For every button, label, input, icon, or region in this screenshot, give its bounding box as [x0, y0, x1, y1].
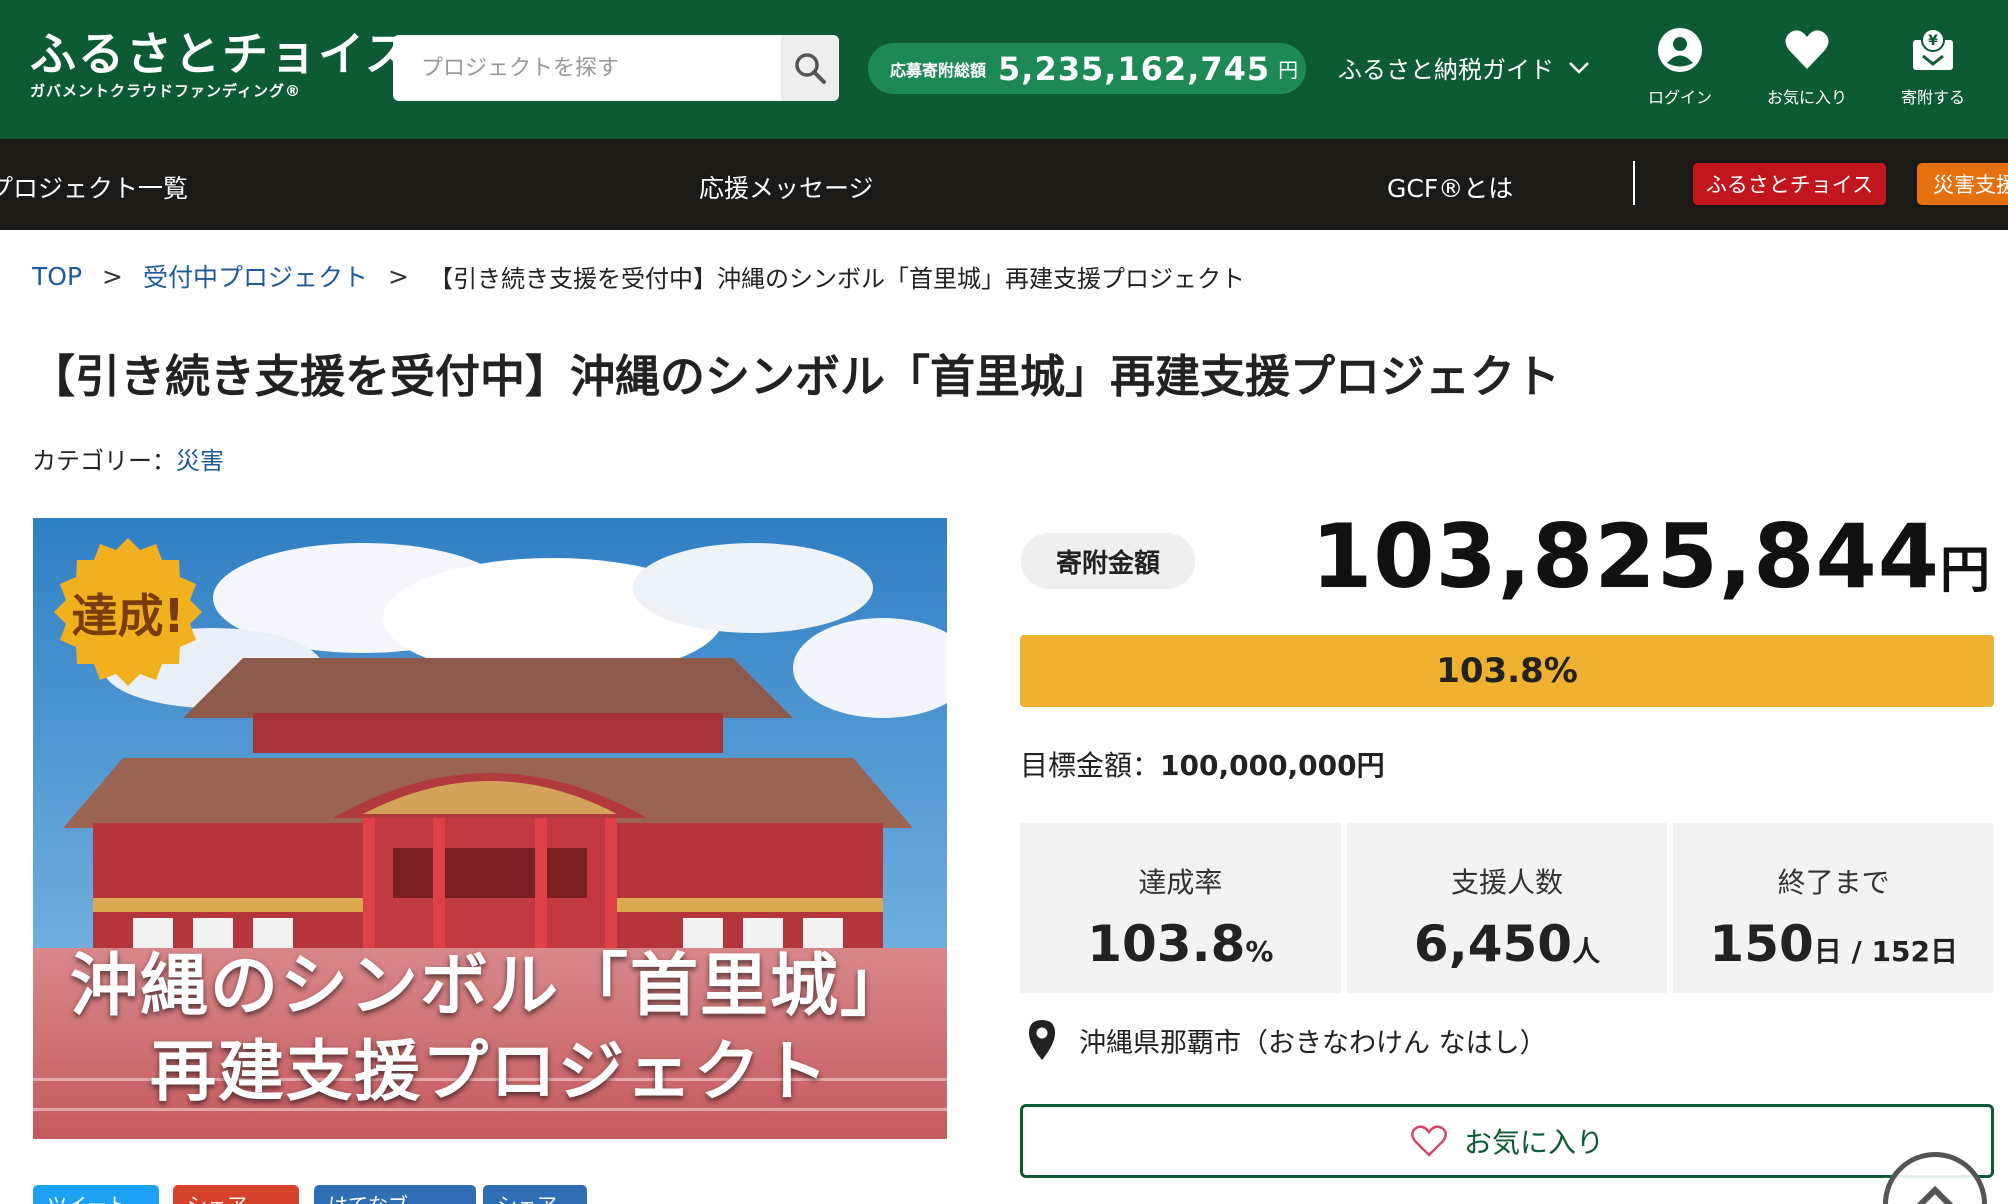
- donation-amount-unit: 円: [1940, 541, 1990, 599]
- stat-label: 支援人数: [1451, 866, 1564, 899]
- hero-caption-line1: 沖縄のシンボル「首里城」: [69, 947, 910, 1026]
- favorites-button[interactable]: お気に入り: [1752, 26, 1862, 108]
- stat-unit: %: [1245, 935, 1274, 968]
- guide-label: ふるさと納税ガイド: [1338, 56, 1554, 84]
- category-link[interactable]: 災害: [176, 447, 224, 475]
- stat-value: 150: [1709, 915, 1814, 973]
- goal-value: 100,000,000円: [1160, 749, 1385, 782]
- category-label: カテゴリー：: [32, 447, 176, 475]
- main-nav: プロジェクト一覧 応援メッセージ GCF®とは ふるさとチョイス 災害支援: [0, 139, 2008, 230]
- chevron-down-icon: [1569, 61, 1589, 74]
- stat-days-remaining: 終了まで 150日 / 152日: [1673, 823, 1995, 993]
- stat-value: 6,450: [1413, 915, 1573, 973]
- project-location: 沖縄県那覇市（おきなわけん なはし）: [1027, 1018, 1547, 1062]
- nav-item-about-gcf[interactable]: GCF®とは: [1387, 169, 1513, 205]
- favorites-label: お気に入り: [1766, 88, 1847, 107]
- breadcrumb-top-link[interactable]: TOP: [32, 262, 82, 291]
- total-donation-unit: 円: [1278, 58, 1299, 82]
- donation-amount-value: 103,825,844: [1311, 505, 1940, 608]
- nav-item-projects[interactable]: プロジェクト一覧: [0, 169, 188, 205]
- hero-caption-line2: 再建支援プロジェクト: [150, 1033, 830, 1110]
- total-donation-badge: 応募寄附総額 5,235,162,745 円: [868, 43, 1306, 94]
- donate-label: 寄附する: [1900, 88, 1965, 107]
- logo-main-text: ふるさとチョイス: [30, 27, 413, 81]
- donation-amount-label: 寄附金額: [1021, 533, 1195, 589]
- total-donation-value: 5,235,162,745: [998, 49, 1271, 88]
- stat-achievement-rate: 達成率 103.8%: [1020, 823, 1341, 993]
- map-pin-icon: [1029, 1020, 1055, 1060]
- nav-divider: [1633, 161, 1635, 205]
- login-button[interactable]: ログイン: [1625, 26, 1735, 108]
- disaster-support-link[interactable]: 災害支援: [1917, 163, 2008, 205]
- donate-button[interactable]: ¥ 寄附する: [1878, 26, 1988, 108]
- achieved-badge-text: 達成!: [71, 589, 185, 643]
- furusato-guide-menu[interactable]: ふるさと納税ガイド: [1338, 50, 1590, 85]
- breadcrumb-separator: >: [388, 261, 409, 291]
- login-label: ログイン: [1647, 88, 1712, 107]
- category-line: カテゴリー：災害: [32, 441, 224, 476]
- svg-text:¥: ¥: [1928, 33, 1938, 49]
- breadcrumb-separator: >: [102, 261, 123, 291]
- donate-icon: ¥: [1913, 28, 1953, 70]
- add-favorite-button[interactable]: お気に入り: [1020, 1104, 1994, 1178]
- stat-value: 103.8: [1087, 915, 1246, 973]
- share-button-blue[interactable]: シェア: [483, 1185, 587, 1204]
- stat-unit: 日 / 152日: [1813, 935, 1958, 968]
- scroll-to-top-button[interactable]: [1883, 1152, 1987, 1204]
- location-text: 沖縄県那覇市（おきなわけん なはし）: [1079, 1027, 1547, 1059]
- tweet-button[interactable]: ツイート: [33, 1185, 159, 1204]
- funding-progress-bar: 103.8%: [1020, 635, 1994, 707]
- page-title: 【引き続き支援を受付中】沖縄のシンボル「首里城」再建支援プロジェクト: [30, 350, 1561, 403]
- breadcrumb-current: 【引き続き支援を受付中】沖縄のシンボル「首里城」再建支援プロジェクト: [428, 264, 1245, 293]
- stat-label: 達成率: [1138, 866, 1223, 899]
- heart-outline-icon: [1410, 1125, 1447, 1157]
- goal-amount: 目標金額：100,000,000円: [1020, 744, 1385, 784]
- logo-sub-text: ガバメントクラウドファンディング®: [30, 82, 301, 100]
- hatena-bookmark-button[interactable]: はてなブ: [314, 1185, 476, 1204]
- site-header: ふるさとチョイス ガバメントクラウドファンディング® 応募寄附総額 5,235,…: [0, 0, 2008, 139]
- stat-unit: 人: [1572, 935, 1601, 968]
- progress-text: 103.8%: [1436, 651, 1578, 691]
- chevron-up-icon: [1916, 1185, 1954, 1204]
- favorite-label: お気に入り: [1463, 1126, 1604, 1159]
- search-icon: [795, 53, 826, 84]
- breadcrumb: TOP > 受付中プロジェクト > 【引き続き支援を受付中】沖縄のシンボル「首里…: [32, 258, 1245, 294]
- breadcrumb-active-projects-link[interactable]: 受付中プロジェクト: [143, 258, 368, 294]
- stat-supporters: 支援人数 6,450人: [1346, 823, 1668, 993]
- search-box: [393, 35, 839, 101]
- goal-label: 目標金額：: [1020, 749, 1161, 782]
- site-logo[interactable]: ふるさとチョイス ガバメントクラウドファンディング®: [30, 26, 413, 101]
- heart-icon: [1785, 30, 1829, 69]
- user-icon: [1658, 28, 1702, 72]
- stat-value-line: 150日 / 152日: [1673, 915, 1994, 973]
- stat-value-line: 103.8%: [1020, 915, 1341, 973]
- stat-label: 終了まで: [1777, 866, 1890, 899]
- search-button[interactable]: [781, 35, 839, 101]
- total-donation-label: 応募寄附総額: [890, 60, 987, 80]
- furusato-choice-link[interactable]: ふるさとチョイス: [1693, 163, 1886, 205]
- share-button-red[interactable]: シェア: [173, 1185, 299, 1204]
- stat-value-line: 6,450人: [1347, 915, 1668, 973]
- search-input[interactable]: [393, 35, 781, 101]
- nav-item-messages[interactable]: 応援メッセージ: [699, 169, 874, 205]
- funding-stats: 達成率 103.8% 支援人数 6,450人 終了まで 150日 / 152日: [1020, 823, 1995, 993]
- donation-amount: 103,825,844円: [1311, 505, 1990, 608]
